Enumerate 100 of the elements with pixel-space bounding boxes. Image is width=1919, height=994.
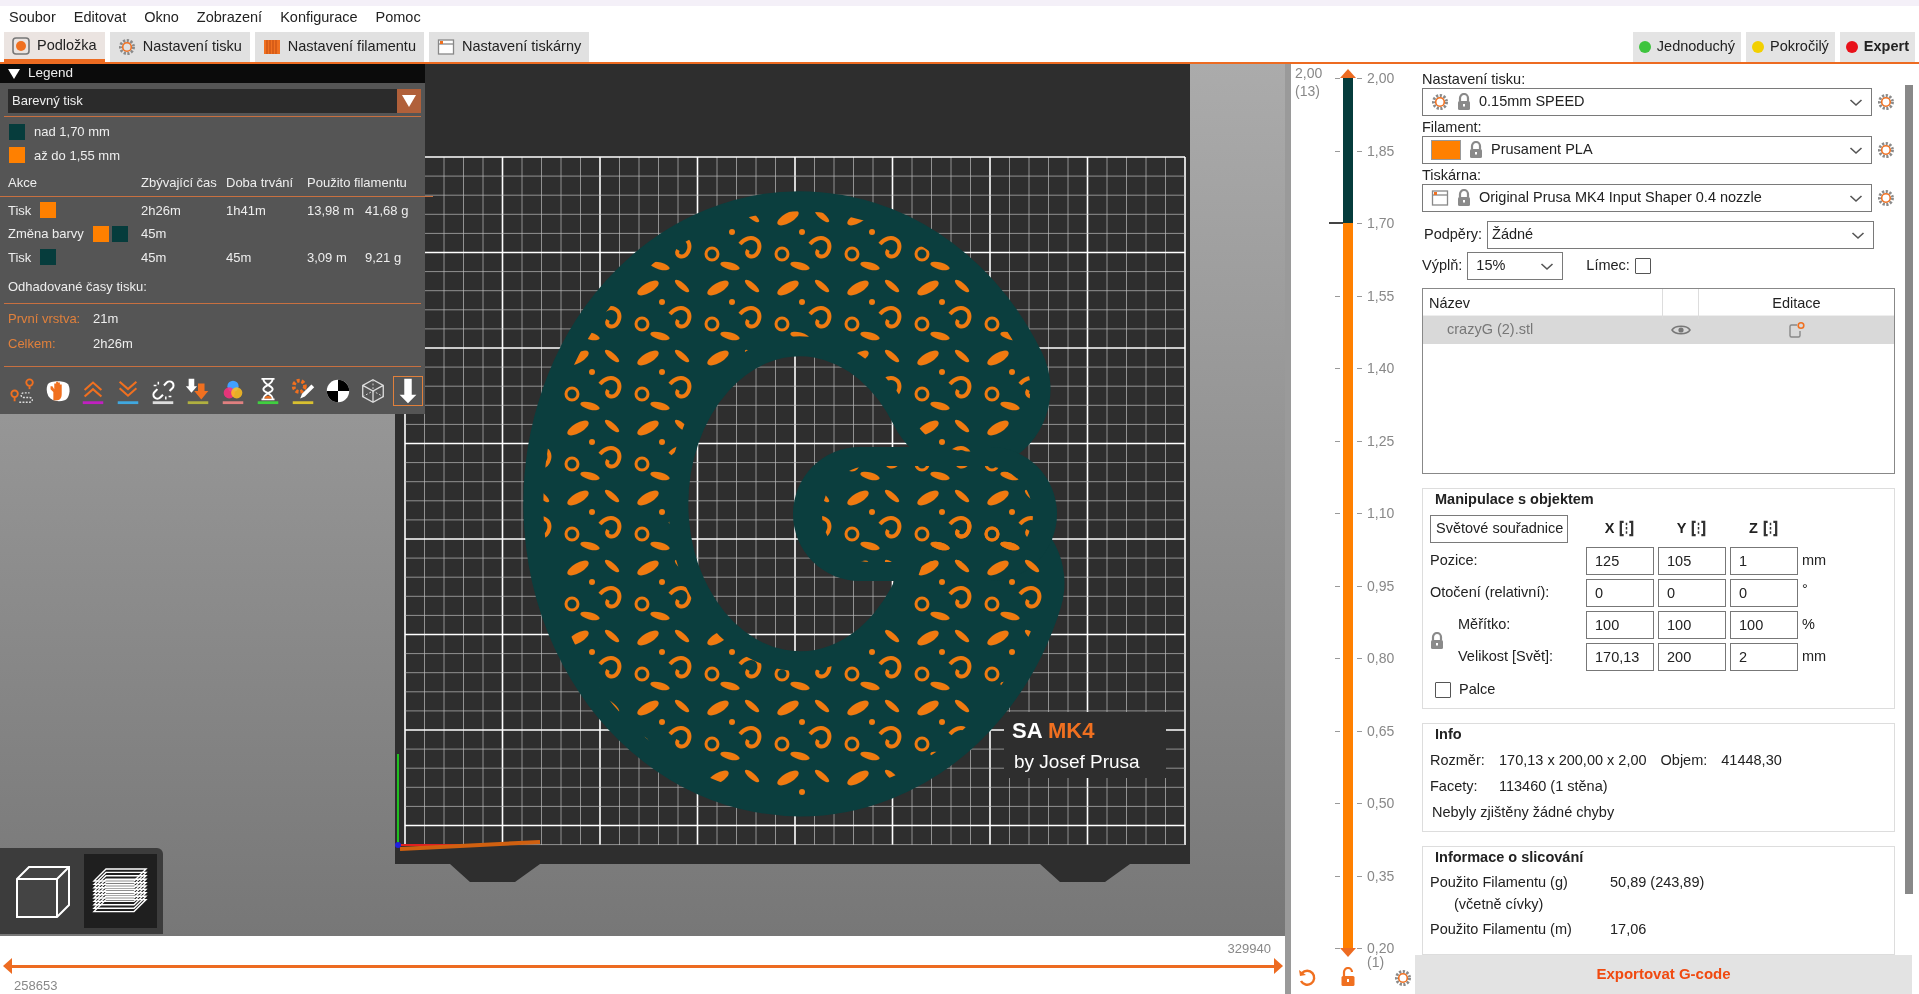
tick-label: 0,65 (1367, 722, 1395, 739)
input-field[interactable]: 0 (1586, 578, 1654, 607)
field-label: Podpěry: (1424, 225, 1483, 245)
input-field[interactable]: 0 (1730, 578, 1798, 607)
menu-item[interactable]: Editovat (64, 6, 136, 30)
status-text: Nebyly zjištěny žádné chyby (1432, 802, 1616, 822)
info-value: 50,89 (243,89) (1610, 873, 1706, 893)
layers-icon[interactable] (83, 854, 157, 928)
chevron-down-icon[interactable] (1849, 145, 1864, 155)
lock-icon (1457, 189, 1471, 207)
time-label: Celkem: (8, 335, 57, 353)
drop-bracket-icon[interactable] (1690, 520, 1708, 538)
unit-label: mm (1802, 646, 1828, 666)
column-header: Zbývající čas (141, 173, 226, 197)
inches-checkbox[interactable] (1435, 681, 1451, 698)
drop-bracket-icon[interactable] (1618, 520, 1636, 538)
info-label: (včetně cívky) (1453, 894, 1545, 914)
menu-item[interactable]: Okno (135, 6, 188, 30)
table-cell-text: 45m (141, 248, 168, 267)
menu-item[interactable]: Soubor (0, 6, 65, 30)
tab[interactable]: Nastavení tisku (109, 32, 250, 62)
tick-label: 1,55 (1367, 287, 1395, 304)
table-cell-text: 9,21 g (365, 248, 403, 267)
table-cell-text: 3,09 m (307, 248, 348, 267)
slider-track[interactable] (3, 958, 1283, 974)
supports-dropdown[interactable]: Žádné (1487, 221, 1875, 249)
view-type-dropdown[interactable]: Barevný tisk (8, 89, 421, 113)
axis-label: Y (1676, 518, 1687, 538)
table-cell-text: 2h26m (141, 201, 182, 220)
slider-thumb[interactable] (1340, 948, 1356, 957)
triangle-down-icon[interactable] (8, 68, 20, 79)
eye-icon[interactable] (1671, 324, 1691, 336)
action-label: Tisk (8, 248, 32, 267)
input-field[interactable]: 100 (1658, 610, 1726, 639)
tick-label: 1,40 (1367, 360, 1395, 376)
mode-button[interactable]: Expert (1839, 32, 1915, 62)
field-label: Velikost [Svět]: (1457, 646, 1555, 666)
input-field[interactable]: 125 (1586, 546, 1654, 575)
tick-label: 0,50 (1367, 795, 1395, 811)
chevron-down-icon[interactable] (1849, 97, 1864, 107)
brim-checkbox[interactable] (1634, 258, 1651, 274)
gear-icon[interactable] (1877, 141, 1895, 159)
lock-icon[interactable] (1430, 631, 1444, 650)
time-value: 21m (93, 309, 120, 328)
field-label: Otočení (relativní): (1430, 582, 1551, 602)
input-field[interactable]: 1 (1730, 546, 1798, 575)
chevron-down-icon[interactable] (1851, 230, 1866, 240)
preset-dropdown[interactable]: Prusament PLA (1422, 136, 1873, 164)
chevron-down-icon[interactable] (1540, 261, 1555, 271)
top-value-label: 2,00 (1295, 65, 1323, 81)
bed-logo-text: SA (1012, 718, 1043, 743)
bottom-layer-label: (1) (1367, 954, 1385, 970)
slider-min-label: 258653 (14, 977, 58, 994)
gear-icon[interactable] (1877, 189, 1895, 207)
input-field[interactable]: 2 (1730, 642, 1798, 671)
window-icon (436, 38, 455, 56)
circle-square-icon (12, 36, 30, 55)
slider-thumb[interactable] (1274, 958, 1283, 974)
range-label: až do 1,55 mm (34, 146, 120, 165)
input-field[interactable]: 170,13 (1586, 642, 1654, 671)
scrollbar-thumb[interactable] (1905, 85, 1913, 894)
input-field[interactable]: 0 (1658, 578, 1726, 607)
tab[interactable]: Nastavení tiskárny (428, 32, 590, 62)
menu-item[interactable]: Pomoc (366, 6, 430, 30)
info-label: Použito Filamentu (g) (1430, 873, 1569, 893)
slider-track[interactable] (1340, 69, 1356, 957)
column-header: Použito filamentu (307, 173, 433, 197)
column-header: Doba trvání (226, 173, 307, 197)
infill-dropdown[interactable]: 15% (1467, 252, 1564, 280)
preset-dropdown[interactable]: 0.15mm SPEED (1422, 88, 1873, 116)
axis-label: X (1604, 518, 1615, 538)
preset-dropdown[interactable]: Original Prusa MK4 Input Shaper 0.4 nozzle (1422, 184, 1873, 212)
drop-bracket-icon[interactable] (1761, 520, 1779, 538)
legend-header[interactable]: Legend (0, 64, 425, 83)
gear-icon[interactable] (1877, 93, 1895, 111)
top-layer-label: (13) (1295, 83, 1320, 99)
table-cell-text: 45m (141, 225, 168, 243)
input-field[interactable]: 200 (1658, 642, 1726, 671)
menu-item[interactable]: Zobrazení (187, 6, 272, 30)
arrow-down-icon[interactable] (393, 375, 423, 406)
slider-thumb[interactable] (3, 958, 12, 974)
tick-label: 0,95 (1367, 577, 1395, 594)
coordinates-dropdown[interactable]: Světové souřadnice (1430, 514, 1568, 543)
slider-thumb[interactable] (1340, 69, 1356, 78)
mode-button[interactable]: Pokročilý (1746, 32, 1835, 62)
tab[interactable]: Podložka (4, 32, 105, 62)
menu-item[interactable]: Konfigurace (271, 6, 367, 30)
gear-icon[interactable] (1394, 969, 1412, 987)
input-field[interactable]: 100 (1586, 610, 1654, 639)
input-field[interactable]: 100 (1730, 610, 1798, 639)
tick-label: 2,00 (1367, 70, 1395, 86)
undo-icon[interactable] (1297, 967, 1317, 987)
mode-button[interactable]: Jednoduchý (1632, 32, 1742, 62)
input-field[interactable]: 105 (1658, 546, 1726, 575)
unit-label: % (1802, 614, 1816, 634)
unlocked-lock-icon[interactable] (1340, 967, 1356, 987)
tab[interactable]: Nastavení filamentu (254, 32, 424, 62)
chevron-down-icon[interactable] (1849, 193, 1864, 203)
axis-label: Z (1749, 518, 1758, 538)
window-icon (1431, 189, 1449, 207)
